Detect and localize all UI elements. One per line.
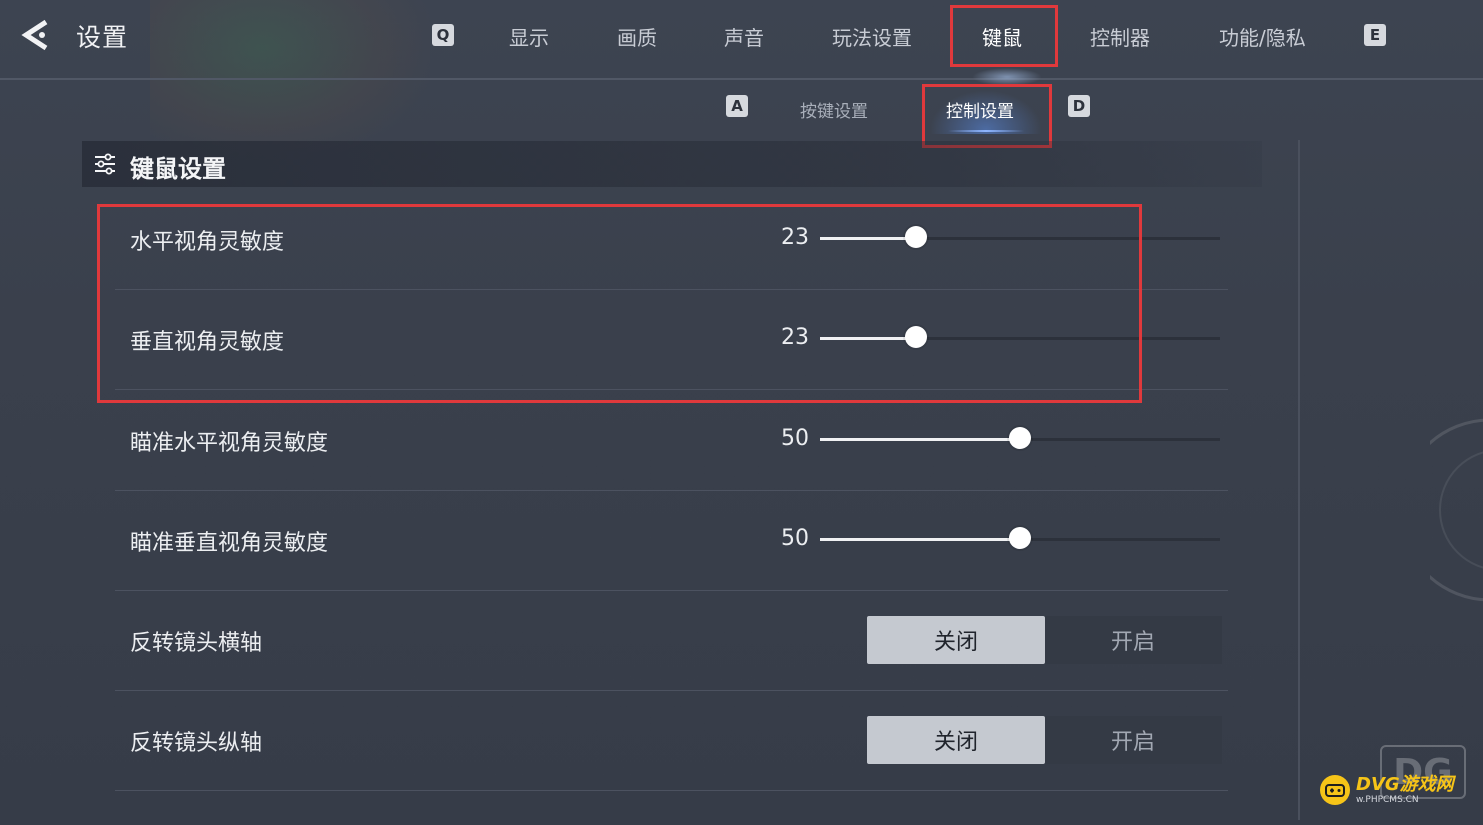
prev-subtab-key-hint: A (726, 95, 748, 117)
setting-row-invert-y: 反转镜头纵轴 关闭 开启 (115, 690, 1228, 791)
slider-value: 23 (781, 325, 809, 350)
tab-gameplay[interactable]: 玩法设置 (832, 22, 912, 51)
slider-value: 50 (781, 426, 809, 451)
section-title: 键鼠设置 (130, 155, 226, 183)
horizontal-sensitivity-slider[interactable] (820, 226, 1220, 248)
next-tab-key-hint: E (1364, 24, 1386, 46)
setting-row-invert-x: 反转镜头横轴 关闭 开启 (115, 590, 1228, 691)
page-title: 设置 (76, 23, 129, 52)
setting-label: 反转镜头纵轴 (130, 731, 263, 756)
slider-value: 50 (781, 526, 809, 551)
setting-label: 垂直视角灵敏度 (130, 330, 285, 355)
aim-vertical-sensitivity-slider[interactable] (820, 527, 1220, 549)
scrollbar-track[interactable] (1298, 140, 1300, 820)
slider-fill (820, 237, 916, 240)
watermark-url: w.PHPCMS.CN (1356, 794, 1419, 805)
setting-label: 瞄准垂直视角灵敏度 (130, 531, 329, 556)
prev-tab-key-hint: Q (432, 24, 454, 46)
next-subtab-key-hint: D (1068, 95, 1090, 117)
slider-fill (820, 438, 1020, 441)
setting-label: 水平视角灵敏度 (130, 230, 285, 255)
setting-label: 瞄准水平视角灵敏度 (130, 431, 329, 456)
slider-thumb[interactable] (1009, 427, 1031, 449)
tab-function-privacy[interactable]: 功能/隐私 (1219, 22, 1306, 51)
active-subtab-underline (948, 130, 1024, 132)
invert-x-toggle: 关闭 开启 (867, 616, 1222, 664)
gamepad-icon (1320, 775, 1350, 805)
invert-y-toggle: 关闭 开启 (867, 716, 1222, 764)
subtab-key-bindings[interactable]: 按键设置 (800, 97, 868, 122)
invert-x-off-option[interactable]: 关闭 (867, 616, 1045, 664)
slider-thumb[interactable] (905, 226, 927, 248)
watermark-text: DVG游戏网 (1356, 773, 1454, 795)
setting-row-aim-horizontal-sensitivity: 瞄准水平视角灵敏度 50 (115, 390, 1228, 491)
slider-thumb[interactable] (905, 326, 927, 348)
tab-display[interactable]: 显示 (509, 22, 549, 51)
setting-row-aim-vertical-sensitivity: 瞄准垂直视角灵敏度 50 (115, 490, 1228, 591)
back-arrow-icon (21, 19, 48, 51)
setting-label: 反转镜头横轴 (130, 631, 263, 656)
active-tab-glow (972, 68, 1042, 86)
tab-controller[interactable]: 控制器 (1090, 22, 1150, 51)
sliders-icon (95, 153, 115, 175)
tab-keyboard-mouse[interactable]: 键鼠 (982, 22, 1022, 51)
top-bar: 设置 Q 显示 画质 声音 玩法设置 键鼠 控制器 功能/隐私 E (0, 0, 1483, 80)
vertical-sensitivity-slider[interactable] (820, 326, 1220, 348)
invert-y-off-option[interactable]: 关闭 (867, 716, 1045, 764)
watermark: DVG游戏网 w.PHPCMS.CN (1320, 770, 1470, 810)
slider-fill (820, 337, 916, 340)
slider-thumb[interactable] (1009, 527, 1031, 549)
slider-fill (820, 538, 1020, 541)
aim-horizontal-sensitivity-slider[interactable] (820, 427, 1220, 449)
setting-row-horizontal-sensitivity: 水平视角灵敏度 23 (115, 189, 1228, 290)
tab-graphics[interactable]: 画质 (617, 22, 657, 51)
slider-value: 23 (781, 225, 809, 250)
tab-sound[interactable]: 声音 (724, 22, 764, 51)
decorative-ring-icon (1430, 418, 1483, 602)
setting-row-vertical-sensitivity: 垂直视角灵敏度 23 (115, 289, 1228, 390)
invert-x-on-option[interactable]: 开启 (1044, 616, 1222, 664)
subtab-control-settings[interactable]: 控制设置 (946, 97, 1014, 122)
back-button[interactable] (18, 16, 54, 54)
invert-y-on-option[interactable]: 开启 (1044, 716, 1222, 764)
section-header: 键鼠设置 (82, 141, 1262, 187)
